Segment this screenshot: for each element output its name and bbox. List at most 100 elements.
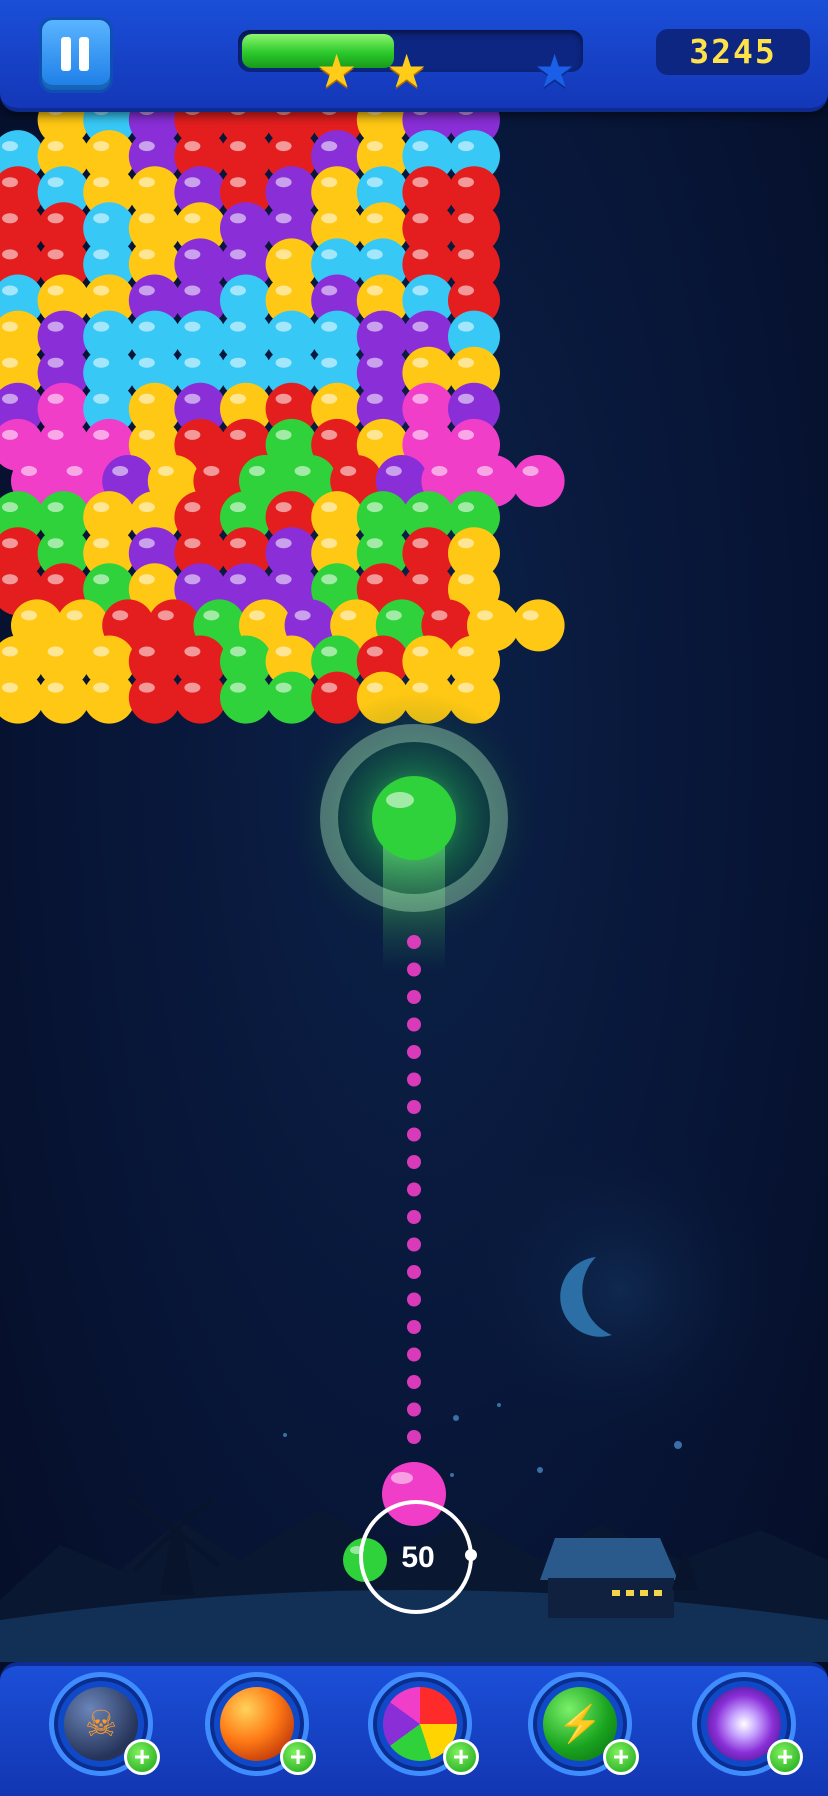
bubble-shine [230,141,246,152]
bubble-shine [47,285,64,296]
pause-icon-bar [79,37,89,71]
bubble-shine [522,610,539,621]
bubble-shine [184,285,201,296]
bubble-shine [203,610,220,621]
bubble-shine [412,502,429,513]
bubble-shine [321,357,338,368]
bubble [265,671,318,724]
bubble-shine [47,393,64,404]
aim-dot [407,962,421,977]
bubble-shine [93,429,110,440]
bubble-shine [275,393,292,404]
bubble-shine [66,466,83,476]
bubble-shine [93,538,110,549]
pause-button[interactable] [39,17,113,93]
bubble-shine [184,538,201,549]
bubble-shine [2,646,18,657]
bubble-shine [138,285,155,296]
add-burst-icon[interactable]: + [767,1739,803,1775]
bubble-shine [366,502,383,513]
bubble-shine [321,502,338,513]
booster-lightning-button[interactable]: ⚡ + [528,1672,639,1776]
bubble-shine [2,393,18,404]
bubble-shine [230,574,246,585]
aim-dot [407,1402,421,1417]
bubble-shine [138,141,155,152]
bubble-shine [93,357,110,368]
aim-dot [407,1430,421,1444]
bubble-shine [184,682,201,693]
bubble-shine [93,393,110,404]
bubble-shine [93,574,110,585]
game-screen[interactable]: 50 ★ ★ ★ 3245 ☠ + + + ⚡ + + [0,0,828,1796]
bubble-shine [477,466,493,476]
aim-dot [407,935,421,949]
aim-dot [407,1347,421,1362]
bubble-shine [275,538,292,549]
booster-bomb-button[interactable]: ☠ + [49,1672,160,1776]
bubble-shine [412,177,429,188]
bubble-shine [458,177,474,188]
bubble-shine [2,177,18,188]
bubble-shine [458,538,474,549]
bubble [37,671,90,724]
bubble-shine [138,682,155,693]
bubble-shine [275,682,292,693]
bubble-shine [366,321,383,332]
bubble-shine [184,574,201,585]
bubble-shine [138,321,155,332]
bubble-shine [112,610,129,621]
target-bubble [372,776,456,860]
bubble-shine [412,249,429,260]
bubble-shine [93,213,110,224]
booster-rainbow-button[interactable]: + [368,1672,479,1776]
bubble-shine [366,249,383,260]
aim-dot [407,1100,421,1114]
bubble-shine [321,321,338,332]
bubble-shine [2,502,18,513]
bubble-shine [458,249,474,260]
add-rainbow-icon[interactable]: + [443,1739,479,1775]
current-bubble-shine [391,1472,413,1484]
bubble-shine [458,429,474,440]
bubble-shine [458,213,474,224]
bubble-shine [203,466,220,476]
bubble-shine [47,682,64,693]
bubble-shine [321,213,338,224]
bubble-shine [249,610,265,621]
bubble-shine [47,574,64,585]
bubble-shine [47,321,64,332]
bubble-shine [21,610,37,621]
bubble-shine [230,213,246,224]
bubble-shine [431,466,448,476]
bubble-shine [275,429,292,440]
bubble-shine [184,429,201,440]
bubble-shine [47,141,64,152]
bubble-grid [0,94,565,724]
add-lightning-icon[interactable]: + [603,1739,639,1775]
booster-burst-button[interactable]: + [692,1672,803,1776]
bubble-shine [2,682,18,693]
bubble-shine [47,646,64,657]
bubble-shine [458,502,474,513]
booster-fireball-button[interactable]: + [205,1672,316,1776]
bubble-shine [47,538,64,549]
bubble-shine [138,357,155,368]
bubble-shine [458,646,474,657]
bubble-shine [47,213,64,224]
bubble-shine [138,502,155,513]
bubble-shine [458,357,474,368]
bubble-shine [2,321,18,332]
bubble-shine [366,682,383,693]
bubble-shine [321,646,338,657]
bubble-shine [2,574,18,585]
bubble-shine [275,177,292,188]
top-bar: ★ ★ ★ 3245 [0,0,828,112]
bubble-shine [412,646,429,657]
add-fireball-icon[interactable]: + [280,1739,316,1775]
bubble-shine [412,393,429,404]
bubble [512,599,565,652]
bubble-shine [184,357,201,368]
bubble-shine [230,357,246,368]
add-bomb-icon[interactable]: + [124,1739,160,1775]
